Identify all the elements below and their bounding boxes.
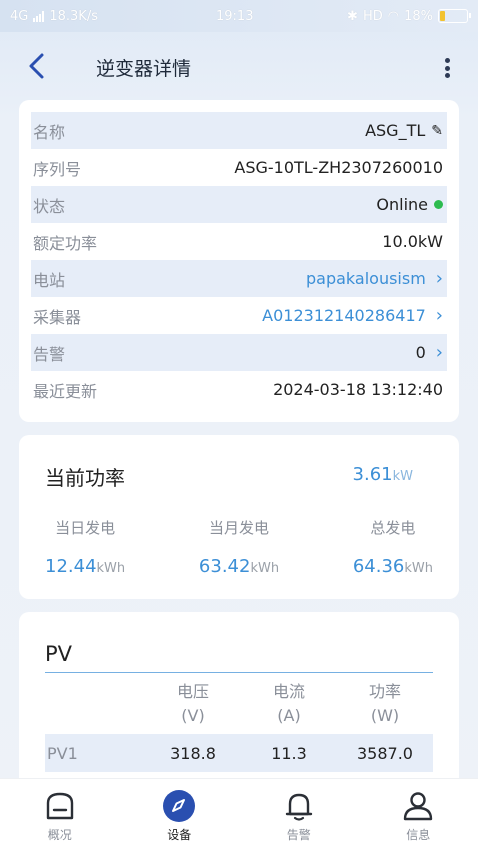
app-bar: 逆变器详情: [0, 32, 478, 100]
rated-power-row: 额定功率 10.0kW: [31, 223, 447, 260]
plant-link[interactable]: papakalousism: [306, 269, 426, 288]
battery-icon: [438, 9, 471, 23]
tab-overview-label: 概况: [47, 828, 72, 842]
bluetooth-icon: ✱: [347, 8, 358, 24]
pv-title: PV: [45, 642, 73, 666]
wifi-icon: ◠: [387, 8, 400, 24]
tab-info-label: 信息: [406, 828, 431, 842]
inverter-info-card: 名称 ASG_TL ✎ 序列号 ASG-10TL-ZH2307260010 状态 …: [19, 100, 459, 422]
chevron-right-icon: ›: [435, 267, 443, 289]
total-energy-stat: 总发电 64.36kWh: [353, 517, 433, 577]
network-speed: 18.3K/s: [49, 8, 98, 24]
total-energy-unit: kWh: [404, 561, 433, 576]
bottom-tab-bar: 概况 设备 告警 信息: [0, 778, 478, 850]
more-menu-button[interactable]: [442, 54, 452, 82]
tab-devices-label: 设备: [167, 828, 192, 842]
status-label: 状态: [33, 196, 66, 216]
daily-energy-label: 当日发电: [55, 519, 116, 537]
table-row: PV1 318.8 11.3 3587.0: [45, 734, 433, 772]
alarm-label: 告警: [33, 344, 66, 364]
serial-value: ASG-10TL-ZH2307260010: [234, 158, 443, 177]
total-energy-value: 64.36: [352, 556, 405, 577]
last-update-label: 最近更新: [33, 381, 98, 401]
total-energy-label: 总发电: [370, 519, 416, 537]
datalogger-link[interactable]: A01231214028641​7: [262, 306, 426, 325]
user-icon: [401, 789, 435, 823]
pv-table-header: 电压 (V) 电流 (A) 功率 (W): [45, 680, 433, 732]
voltage-column-header: 电压 (V): [176, 682, 209, 725]
name-value: ASG_TL: [365, 121, 426, 140]
serial-row: 序列号 ASG-10TL-ZH2307260010: [31, 149, 447, 186]
bell-icon: [282, 789, 316, 823]
pv-card: PV 电压 (V) 电流 (A) 功率 (W) PV1 318.8 11.3 3587…: [19, 612, 459, 792]
name-row[interactable]: 名称 ASG_TL ✎: [31, 112, 447, 149]
chevron-right-icon: ›: [435, 304, 443, 326]
online-status-dot-icon: [434, 200, 443, 209]
daily-energy-value: 12.44: [45, 556, 97, 577]
tab-alarms-label: 告警: [286, 828, 311, 842]
tab-info[interactable]: 信息: [359, 779, 478, 850]
signal-icon: [33, 10, 45, 22]
hd-label: HD: [362, 8, 383, 24]
page-title: 逆变器详情: [96, 58, 192, 80]
battery-percent: 18%: [404, 8, 433, 24]
current-power-unit: kW: [392, 469, 413, 484]
edit-icon[interactable]: ✎: [431, 123, 443, 139]
monthly-energy-value: 63.42: [198, 556, 251, 577]
last-update-value: 2024-03-18 13:12:40: [273, 380, 443, 399]
power-card: 当前功率 3.61kW 当日发电 12.44kWh 当月发电 63.42kWh …: [19, 435, 459, 599]
serial-label: 序列号: [33, 159, 82, 179]
rated-power-label: 额定功率: [33, 233, 98, 253]
pv-power-cell: 3587.0: [357, 743, 413, 763]
compass-icon: [162, 789, 196, 823]
status-bar: 4G 18.3K/s 19:13 ✱ HD ◠ 18%: [0, 0, 478, 32]
current-power-title: 当前功率: [45, 466, 125, 490]
current-column-header: 电流 (A): [272, 682, 305, 725]
network-label: 4G: [10, 8, 29, 24]
pv-voltage-cell: 318.8: [170, 743, 216, 763]
tab-devices[interactable]: 设备: [120, 779, 240, 850]
clock: 19:13: [216, 8, 254, 24]
energy-stats: 当日发电 12.44kWh 当月发电 63.42kWh 总发电 64.36kWh: [45, 517, 433, 577]
rated-power-value: 10.0kW: [382, 232, 443, 251]
power-column-header: 功率 (W): [368, 682, 401, 725]
plant-label: 电站: [33, 270, 66, 290]
pv-current-cell: 11.3: [271, 743, 307, 763]
chevron-right-icon: ›: [435, 341, 443, 363]
current-power-value: 3.61kW: [353, 464, 413, 485]
last-update-row: 最近更新 2024-03-18 13:12:40: [31, 371, 447, 408]
daily-energy-unit: kWh: [96, 561, 126, 576]
pv-row-name: PV1: [47, 743, 78, 763]
datalogger-label: 采集器: [33, 307, 82, 327]
current-power-number: 3.61: [352, 464, 393, 485]
status-value: Online: [376, 195, 428, 214]
tab-alarms[interactable]: 告警: [239, 779, 359, 850]
monthly-energy-stat: 当月发电 63.42kWh: [199, 517, 279, 577]
plant-row[interactable]: 电站 papakalousism ›: [31, 260, 447, 297]
pv-divider: [45, 672, 433, 673]
alarm-row[interactable]: 告警 0 ›: [31, 334, 447, 371]
chevron-left-icon: [29, 53, 44, 79]
back-button[interactable]: [26, 52, 50, 80]
monthly-energy-unit: kWh: [250, 561, 280, 576]
name-label: 名称: [33, 122, 66, 142]
monthly-energy-label: 当月发电: [208, 519, 269, 537]
tab-overview[interactable]: 概况: [0, 779, 120, 850]
overview-icon: [43, 789, 77, 823]
datalogger-row[interactable]: 采集器 A01231214028641​7 ›: [31, 297, 447, 334]
status-row: 状态 Online: [31, 186, 447, 223]
alarm-count[interactable]: 0: [416, 343, 426, 362]
daily-energy-stat: 当日发电 12.44kWh: [45, 517, 125, 577]
